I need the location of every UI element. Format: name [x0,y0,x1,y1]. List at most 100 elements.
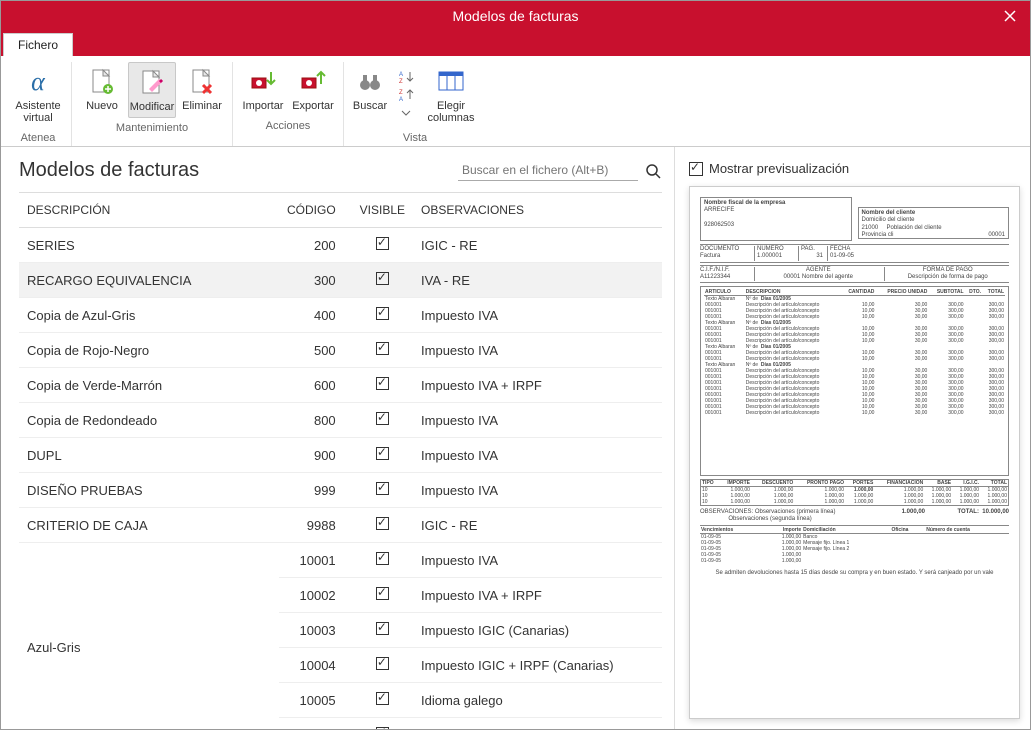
group-mant-label: Mantenimiento [116,122,188,134]
visible-checkbox[interactable] [376,307,389,320]
col-code[interactable]: CÓDIGO [279,193,352,228]
visible-checkbox[interactable] [376,272,389,285]
visible-checkbox[interactable] [376,237,389,250]
group-acc-label: Acciones [266,120,311,132]
table-row[interactable]: Copia de Rojo-Negro500Impuesto IVA [19,333,662,368]
cell-desc: Copia de Azul-Gris [19,298,279,333]
visible-checkbox[interactable] [376,622,389,635]
visible-checkbox[interactable] [376,377,389,390]
col-desc[interactable]: DESCRIPCIÓN [19,193,279,228]
cell-desc: SERIES [19,228,279,263]
cell-visible [352,403,413,438]
cell-code: 600 [279,368,352,403]
visible-checkbox[interactable] [376,517,389,530]
table-row[interactable]: DUPL900Impuesto IVA [19,438,662,473]
cell-code: 500 [279,333,352,368]
pv-fecha: 01-09-05 [830,253,862,260]
table-row[interactable]: Azul-Gris10001Impuesto IVA [19,543,662,578]
nuevo-button[interactable]: Nuevo [78,62,126,118]
table-row[interactable]: CRITERIO DE CAJA9988IGIC - RE [19,508,662,543]
cell-desc: CRITERIO DE CAJA [19,508,279,543]
window-title: Modelos de facturas [452,8,578,24]
svg-text:α: α [31,68,46,96]
pv-ag-l: AGENTE [757,267,880,274]
cell-desc: DISEÑO PRUEBAS [19,473,279,508]
cell-obs: Impuesto IGIC (Canarias) [413,613,662,648]
table-row[interactable]: SERIES200IGIC - RE [19,228,662,263]
pv-code: 928062503 [704,222,734,228]
table-row[interactable]: RECARGO EQUIVALENCIA300IVA - RE [19,263,662,298]
exportar-button[interactable]: Exportar [289,62,337,116]
content-area: Modelos de facturas DESCRIPCIÓN CÓDIGO V… [1,147,1030,729]
show-preview-checkbox[interactable] [689,162,703,176]
cell-obs: Impuesto IVA [413,333,662,368]
visible-checkbox[interactable] [376,552,389,565]
cell-code: 800 [279,403,352,438]
pv-sum: 1.000,00 [902,509,925,515]
cell-desc: Azul-Gris [19,543,279,729]
cell-obs: Impuesto IVA [413,543,662,578]
visible-checkbox[interactable] [376,727,389,729]
search-button[interactable] [644,162,662,180]
eliminar-button[interactable]: Eliminar [178,62,226,118]
cell-visible [352,298,413,333]
chevron-down-button[interactable] [396,105,416,121]
search-input[interactable] [458,160,638,181]
asistente-virtual-button[interactable]: α Asistente virtual [11,62,65,128]
sort-minis: AZ ZA [392,62,420,128]
cell-obs: Impuesto IVA + IRPF [413,578,662,613]
pv-footer: Se admiten devoluciones hasta 15 días de… [700,570,1009,577]
sort-desc-button[interactable]: ZA [396,87,416,103]
buscar-button[interactable]: Buscar [350,62,390,128]
chevron-down-icon [401,110,411,116]
visible-checkbox[interactable] [376,587,389,600]
ribbon-group-atenea: α Asistente virtual Atenea [5,62,72,146]
columns-icon [435,66,467,98]
pv-pag: 31 [801,253,823,260]
svg-text:Z: Z [399,79,403,84]
cell-desc: RECARGO EQUIVALENCIA [19,263,279,298]
importar-button[interactable]: Importar [239,62,287,116]
col-obs[interactable]: OBSERVACIONES [413,193,662,228]
asistente-label: Asistente virtual [13,100,63,124]
pv-cp: 21000 [862,225,879,231]
group-atenea-label: Atenea [21,132,56,144]
cell-code: 10005 [279,683,352,718]
tab-fichero[interactable]: Fichero [3,33,73,56]
cell-obs: Impuesto IVA [413,438,662,473]
ribbon-group-mantenimiento: Nuevo Modificar Eliminar Mantenimiento [72,62,233,146]
alpha-icon: α [22,66,54,98]
cell-desc: Copia de Redondeado [19,403,279,438]
visible-checkbox[interactable] [376,657,389,670]
pv-g: 10.000,00 [982,509,1009,515]
visible-checkbox[interactable] [376,482,389,495]
models-table: DESCRIPCIÓN CÓDIGO VISIBLE OBSERVACIONES… [19,193,662,729]
cell-obs: Idioma català [413,718,662,729]
cell-code: 10001 [279,543,352,578]
close-button[interactable] [990,1,1030,31]
pv-venc-table: Vencimientos Importe Domiciliación Ofici… [700,527,1009,564]
table-row[interactable]: Copia de Verde-Marrón600Impuesto IVA + I… [19,368,662,403]
cell-visible [352,228,413,263]
sort-asc-button[interactable]: AZ [396,69,416,85]
table-scroll[interactable]: DESCRIPCIÓN CÓDIGO VISIBLE OBSERVACIONES… [19,192,662,729]
pv-ag: 00001 Nombre del agente [757,274,880,281]
columnas-button[interactable]: Elegir columnas [422,62,480,128]
sort-desc-icon: ZA [398,88,414,102]
cell-code: 10002 [279,578,352,613]
table-row[interactable]: DISEÑO PRUEBAS999Impuesto IVA [19,473,662,508]
visible-checkbox[interactable] [376,342,389,355]
pv-num-l: NUMERO [757,246,794,253]
binoculars-icon [354,66,386,98]
modificar-button[interactable]: Modificar [128,62,176,118]
visible-checkbox[interactable] [376,692,389,705]
table-row[interactable]: Copia de Redondeado800Impuesto IVA [19,403,662,438]
table-row[interactable]: Copia de Azul-Gris400Impuesto IVA [19,298,662,333]
col-visible[interactable]: VISIBLE [352,193,413,228]
pv-doc-l: DOCUMENTO [700,246,750,253]
new-doc-icon [86,66,118,98]
visible-checkbox[interactable] [376,447,389,460]
nuevo-label: Nuevo [86,100,118,112]
pv-totals-table: TIPO IMPORTE DESCUENTO PRONTO PAGO PORTE… [701,480,1008,505]
visible-checkbox[interactable] [376,412,389,425]
